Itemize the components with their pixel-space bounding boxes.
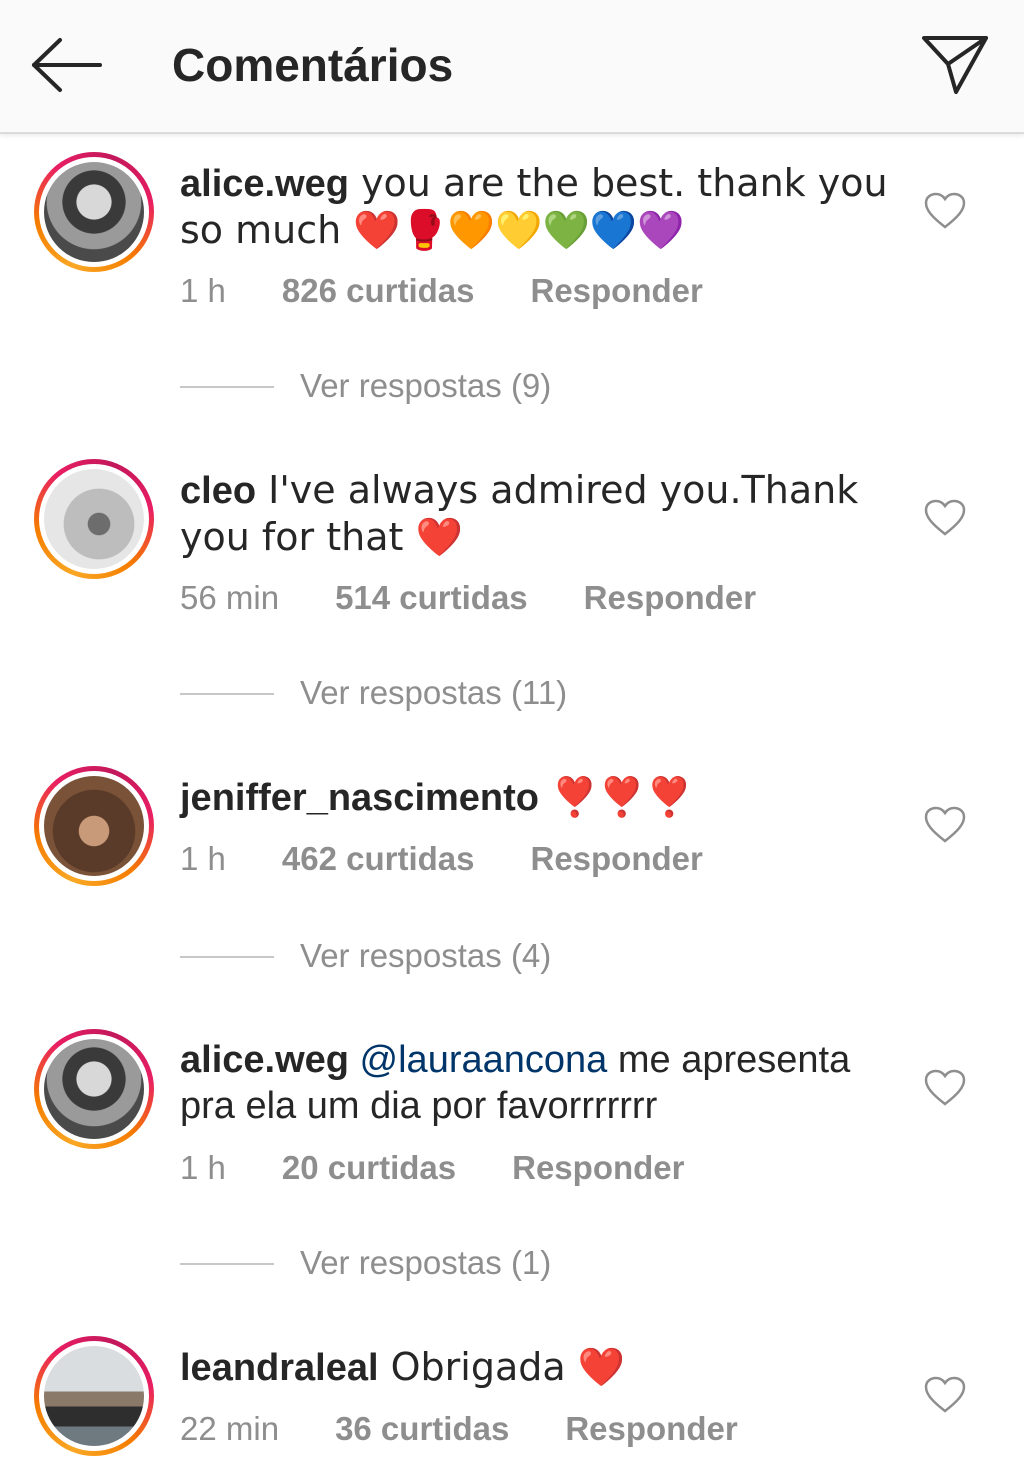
like-heart-icon[interactable] xyxy=(924,1069,966,1107)
avatar[interactable] xyxy=(34,766,154,886)
reply-button[interactable]: Responder xyxy=(530,272,702,310)
comment-meta: 1 h 826 curtidas Responder xyxy=(180,272,703,310)
replies-divider xyxy=(180,956,274,958)
comment-time: 1 h xyxy=(180,840,226,877)
replies-divider xyxy=(180,693,274,695)
avatar[interactable] xyxy=(34,1029,154,1149)
direct-send-icon[interactable] xyxy=(918,30,992,100)
comment-meta: 1 h 20 curtidas Responder xyxy=(180,1149,685,1187)
like-heart-icon[interactable] xyxy=(924,192,966,230)
avatar[interactable] xyxy=(34,459,154,579)
comment-text: cleo I've always admired you.Thank you f… xyxy=(180,467,900,561)
comment-body: ❣️❣️❣️ xyxy=(539,775,694,819)
back-arrow-icon[interactable] xyxy=(30,36,104,94)
comment-body: Obrigada ❤️ xyxy=(378,1345,626,1389)
comment-body: I've always admired you.Thank you for th… xyxy=(180,468,859,559)
view-replies[interactable]: Ver respostas (11) xyxy=(180,674,780,714)
avatar[interactable] xyxy=(34,152,154,272)
comment-text: jeniffer_nascimento ❣️❣️❣️ xyxy=(180,774,900,821)
comment-username[interactable]: alice.weg xyxy=(180,163,349,205)
comment-time: 1 h xyxy=(180,272,226,309)
page-title: Comentários xyxy=(172,39,454,91)
replies-divider xyxy=(180,386,274,388)
comment-username[interactable]: leandraleal xyxy=(180,1347,379,1389)
view-replies[interactable]: Ver respostas (1) xyxy=(180,1244,780,1284)
comment-meta: 1 h 462 curtidas Responder xyxy=(180,840,703,878)
comment-time: 22 min xyxy=(180,1410,280,1447)
reply-button[interactable]: Responder xyxy=(565,1410,737,1448)
reply-button[interactable]: Responder xyxy=(512,1149,684,1187)
comment-text: alice.weg you are the best. thank you so… xyxy=(180,160,900,254)
comment-likes[interactable]: 36 curtidas xyxy=(335,1410,509,1448)
comment-likes[interactable]: 514 curtidas xyxy=(335,579,528,617)
view-replies[interactable]: Ver respostas (4) xyxy=(180,937,780,977)
like-heart-icon[interactable] xyxy=(924,1376,966,1414)
comment-likes[interactable]: 20 curtidas xyxy=(282,1149,456,1187)
comment-meta: 22 min 36 curtidas Responder xyxy=(180,1410,738,1448)
comment-text: alice.weg @lauraancona me apresenta pra … xyxy=(180,1037,900,1129)
comment-likes[interactable]: 826 curtidas xyxy=(282,272,475,310)
like-heart-icon[interactable] xyxy=(924,806,966,844)
comment-likes[interactable]: 462 curtidas xyxy=(282,840,475,878)
comment-time: 1 h xyxy=(180,1149,226,1186)
comment-mention[interactable]: @lauraancona xyxy=(349,1039,608,1081)
view-replies-label[interactable]: Ver respostas (1) xyxy=(300,1244,551,1282)
comment-meta: 56 min 514 curtidas Responder xyxy=(180,579,756,617)
comment-username[interactable]: jeniffer_nascimento xyxy=(180,777,539,819)
reply-button[interactable]: Responder xyxy=(584,579,756,617)
comment-username[interactable]: alice.weg xyxy=(180,1039,349,1081)
comment-username[interactable]: cleo xyxy=(180,470,256,512)
avatar[interactable] xyxy=(34,1336,154,1456)
view-replies-label[interactable]: Ver respostas (11) xyxy=(300,674,567,712)
top-bar: Comentários xyxy=(0,0,1024,134)
comment-text: leandraleal Obrigada ❤️ xyxy=(180,1344,900,1391)
like-heart-icon[interactable] xyxy=(924,499,966,537)
replies-divider xyxy=(180,1263,274,1265)
view-replies-label[interactable]: Ver respostas (4) xyxy=(300,937,551,975)
view-replies[interactable]: Ver respostas (9) xyxy=(180,367,780,407)
view-replies-label[interactable]: Ver respostas (9) xyxy=(300,367,551,405)
reply-button[interactable]: Responder xyxy=(530,840,702,878)
comment-time: 56 min xyxy=(180,579,280,616)
